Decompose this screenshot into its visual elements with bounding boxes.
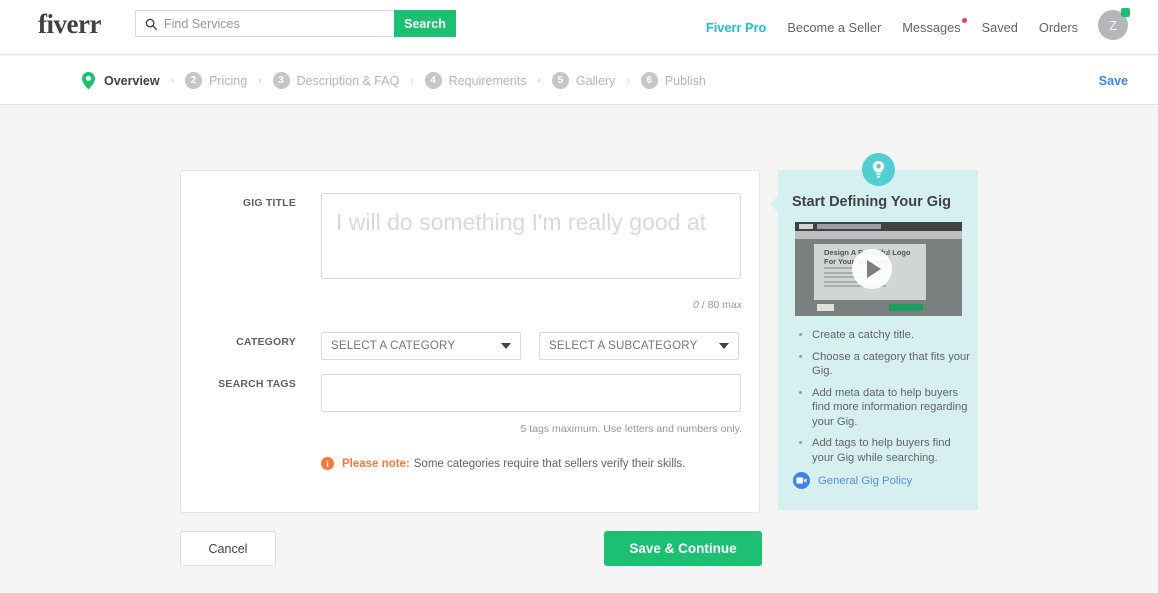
category-row: CATEGORY SELECT A CATEGORY SELECT A SUBC… <box>181 332 761 360</box>
step-description-faq-label: Description & FAQ <box>297 74 400 88</box>
gig-overview-card: GIG TITLE 0 / 80 max CATEGORY SELECT A C… <box>180 170 760 513</box>
step-description-faq-number: 3 <box>273 72 290 89</box>
subcategory-select-value: SELECT A SUBCATEGORY <box>549 340 719 352</box>
nav-orders[interactable]: Orders <box>1039 20 1078 35</box>
step-pricing[interactable]: 2 Pricing <box>185 72 247 89</box>
search-tags-input[interactable] <box>321 374 741 412</box>
video-thumb-cancel-button <box>817 304 834 311</box>
wizard-steps: Overview › 2 Pricing › 3 Description & F… <box>80 56 706 105</box>
category-select[interactable]: SELECT A CATEGORY <box>321 332 521 360</box>
search-box[interactable] <box>135 10 394 37</box>
search-input[interactable] <box>164 17 394 31</box>
step-publish-number: 6 <box>641 72 658 89</box>
step-gallery[interactable]: 5 Gallery <box>552 72 616 89</box>
search-icon <box>145 18 157 30</box>
step-requirements-label: Requirements <box>449 74 527 88</box>
step-description-faq[interactable]: 3 Description & FAQ <box>273 72 400 89</box>
nav-fiverr-pro[interactable]: Fiverr Pro <box>706 20 766 35</box>
play-icon[interactable] <box>852 249 892 289</box>
tip-bullet-1: Create a catchy title. <box>812 328 972 343</box>
tip-bullet-list: Create a catchy title. Choose a category… <box>792 328 972 472</box>
chevron-down-icon-subcategory <box>719 343 729 349</box>
fiverr-logo[interactable]: fiverr <box>38 9 101 40</box>
tip-bullet-3: Add meta data to help buyers find more i… <box>812 386 972 430</box>
step-publish[interactable]: 6 Publish <box>641 72 706 89</box>
gig-title-counter: 0 / 80 max <box>181 299 742 311</box>
step-pricing-number: 2 <box>185 72 202 89</box>
tip-panel: Start Defining Your Gig Design A Beautif… <box>778 170 978 510</box>
general-gig-policy-label: General Gig Policy <box>818 475 912 487</box>
chevron-right-icon-1: › <box>171 75 174 86</box>
category-select-value: SELECT A CATEGORY <box>331 340 501 352</box>
search-bar: Search <box>135 10 456 37</box>
step-pricing-label: Pricing <box>209 74 247 88</box>
play-triangle <box>867 260 881 278</box>
lightbulb-icon <box>871 160 886 179</box>
chevron-right-icon-2: › <box>258 75 261 86</box>
general-gig-policy-link[interactable]: General Gig Policy <box>793 472 912 489</box>
step-gallery-label: Gallery <box>576 74 616 88</box>
save-link[interactable]: Save <box>1099 56 1128 105</box>
category-label: CATEGORY <box>181 332 296 348</box>
step-overview[interactable]: Overview <box>80 71 160 91</box>
info-icon: i <box>321 457 334 470</box>
search-tags-row: SEARCH TAGS <box>181 374 761 412</box>
top-header: fiverr Search Fiverr Pro Become a Seller… <box>0 0 1158 55</box>
gig-title-input[interactable] <box>321 193 741 279</box>
online-status-dot <box>1121 8 1130 17</box>
search-tags-help: 5 tags maximum. Use letters and numbers … <box>181 423 742 435</box>
verify-skills-note: i Please note: Some categories require t… <box>321 457 685 470</box>
note-text: Some categories require that sellers ver… <box>414 458 686 470</box>
chevron-down-icon-category <box>501 343 511 349</box>
chevron-right-icon-3: › <box>410 75 413 86</box>
wizard-steps-bar: Overview › 2 Pricing › 3 Description & F… <box>0 56 1158 105</box>
save-and-continue-button[interactable]: Save & Continue <box>604 531 762 566</box>
step-requirements[interactable]: 4 Requirements <box>425 72 527 89</box>
tip-bullet-4: Add tags to help buyers find your Gig wh… <box>812 436 972 465</box>
step-overview-label: Overview <box>104 74 160 88</box>
tutorial-video-thumbnail[interactable]: Design A Beautiful Logo For Your Busines… <box>795 222 962 316</box>
video-thumb-searchbar <box>817 224 881 229</box>
video-thumb-logo <box>799 224 813 229</box>
messages-notification-dot <box>962 18 967 23</box>
gig-title-counter-suffix: / 80 max <box>699 299 742 311</box>
video-thumb-subheader <box>795 231 962 239</box>
tip-panel-badge <box>862 153 895 186</box>
nav-become-a-seller[interactable]: Become a Seller <box>787 20 881 35</box>
gig-title-row: GIG TITLE <box>181 193 761 279</box>
note-strong: Please note: <box>342 458 410 470</box>
map-pin-icon <box>80 71 97 91</box>
subcategory-select[interactable]: SELECT A SUBCATEGORY <box>539 332 739 360</box>
tip-bullet-2: Choose a category that fits your Gig. <box>812 350 972 379</box>
header-nav: Fiverr Pro Become a Seller Messages Save… <box>706 0 1078 55</box>
video-thumb-save-button <box>889 304 923 311</box>
step-gallery-number: 5 <box>552 72 569 89</box>
chevron-right-icon-5: › <box>626 75 629 86</box>
nav-messages-label: Messages <box>902 20 960 35</box>
category-selects: SELECT A CATEGORY SELECT A SUBCATEGORY <box>321 332 739 360</box>
search-tags-label: SEARCH TAGS <box>181 374 296 390</box>
cancel-button[interactable]: Cancel <box>180 531 276 566</box>
video-camera-icon <box>793 472 810 489</box>
step-requirements-number: 4 <box>425 72 442 89</box>
chevron-right-icon-4: › <box>538 75 541 86</box>
search-button[interactable]: Search <box>394 10 456 37</box>
gig-title-label: GIG TITLE <box>181 193 296 279</box>
nav-saved[interactable]: Saved <box>982 20 1018 35</box>
nav-messages[interactable]: Messages <box>902 20 960 35</box>
tip-panel-title: Start Defining Your Gig <box>792 194 951 210</box>
step-publish-label: Publish <box>665 74 706 88</box>
